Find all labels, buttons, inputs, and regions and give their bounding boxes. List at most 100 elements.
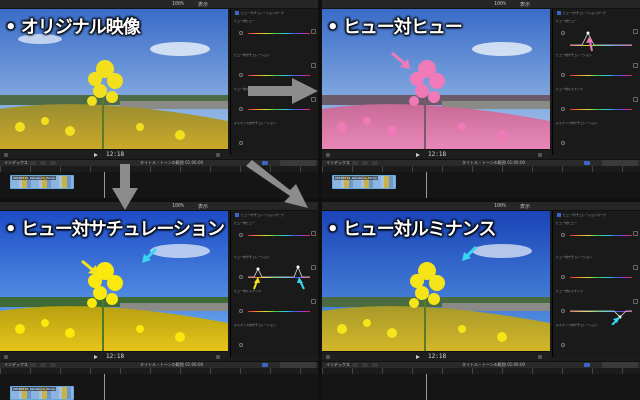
curve-hue-vs-lum[interactable]: ヒュー対ルミナンス [556,87,638,121]
tool-button[interactable] [30,363,36,367]
play-icon[interactable] [94,153,98,157]
eyedropper-icon[interactable] [561,107,565,111]
video-clip[interactable]: 20190316_Kamakura_Ebina [10,175,74,189]
zoom-level[interactable]: 100% [172,203,184,209]
eyedropper-icon[interactable] [561,31,565,35]
curve-hue-vs-hue-graph[interactable] [570,27,632,53]
curve-hue-vs-lum[interactable]: ヒュー対ルミナンス [234,289,316,323]
curve-hue-vs-lum-graph[interactable] [570,295,632,325]
snap-button[interactable] [262,363,268,367]
play-icon[interactable] [416,153,420,157]
tool-button[interactable] [40,363,46,367]
playhead[interactable] [426,172,427,198]
reset-icon[interactable] [311,63,316,68]
checkbox-icon[interactable] [235,213,239,217]
curve-lum-vs-sat[interactable]: ルミナンス対サチュレーション [556,121,632,155]
snap-button[interactable] [584,363,590,367]
video-viewer[interactable]: • オリジナル映像 [0,9,228,149]
tool-button[interactable] [362,363,368,367]
eyedropper-icon[interactable] [239,73,243,77]
fullscreen-icon[interactable] [538,355,542,359]
eyedropper-icon[interactable] [561,141,565,145]
eyedropper-icon[interactable] [561,275,565,279]
play-icon[interactable] [94,355,98,359]
curve-lum-vs-sat[interactable]: ルミナンス対サチュレーション [234,121,310,155]
view-options-icon[interactable] [326,153,330,157]
fullscreen-icon[interactable] [538,153,542,157]
snap-button[interactable] [584,161,590,165]
tool-button[interactable] [352,363,358,367]
tool-button[interactable] [40,161,46,165]
tool-button[interactable] [30,161,36,165]
reset-icon[interactable] [311,265,316,270]
inspector-title: ヒュー/サチュレーションカーブ [557,11,637,17]
view-options-icon[interactable] [4,153,8,157]
zoom-level[interactable]: 100% [172,1,184,7]
reset-icon[interactable] [311,299,316,304]
view-menu[interactable]: 表示 [198,203,208,210]
curve-hue-vs-hue[interactable]: ヒュー対ヒュー [234,19,316,53]
timeline[interactable] [322,374,640,400]
zoom-level[interactable]: 100% [494,203,506,209]
curve-hue-vs-sat-graph[interactable] [248,261,310,291]
tool-button[interactable] [372,161,378,165]
play-icon[interactable] [416,355,420,359]
curve-hue-vs-hue[interactable]: ヒュー対ヒュー [556,221,638,255]
eyedropper-icon[interactable] [561,309,565,313]
reset-icon[interactable] [633,231,638,236]
curve-hue-vs-hue[interactable]: ヒュー対ヒュー [556,19,638,53]
playhead[interactable] [104,374,105,400]
tool-button[interactable] [50,363,56,367]
video-viewer[interactable]: • ヒュー対ルミナンス [322,211,550,351]
timeline[interactable]: 20190316_Kamakura_Ebina [0,374,318,400]
curve-hue-vs-sat[interactable]: ヒュー対サチュレーション [234,255,316,291]
eyedropper-icon[interactable] [239,309,243,313]
playhead[interactable] [426,374,427,400]
fullscreen-icon[interactable] [216,153,220,157]
reset-icon[interactable] [633,265,638,270]
tool-button[interactable] [352,161,358,165]
curve-hue-vs-sat[interactable]: ヒュー対サチュレーション [556,255,638,289]
timeline[interactable]: 20190316_Kamakura_Ebina [322,172,640,198]
zoom-level[interactable]: 100% [494,1,506,7]
eyedropper-icon[interactable] [561,233,565,237]
checkbox-icon[interactable] [235,11,239,15]
reset-icon[interactable] [633,97,638,102]
view-options-icon[interactable] [4,355,8,359]
checkbox-icon[interactable] [557,213,561,217]
reset-icon[interactable] [633,63,638,68]
curve-lum-vs-sat[interactable]: ルミナンス対サチュレーション [234,323,310,357]
reset-icon[interactable] [633,299,638,304]
view-menu[interactable]: 表示 [198,1,208,8]
arrow-down-icon [112,164,138,210]
view-options-icon[interactable] [326,355,330,359]
curve-hue-vs-lum[interactable]: ヒュー対ルミナンス [556,289,638,325]
reset-icon[interactable] [311,231,316,236]
checkbox-icon[interactable] [557,11,561,15]
eyedropper-icon[interactable] [561,73,565,77]
video-clip[interactable]: 20190316_Kamakura_Ebina [332,175,396,189]
view-menu[interactable]: 表示 [520,1,530,8]
eyedropper-icon[interactable] [239,107,243,111]
eyedropper-icon[interactable] [239,31,243,35]
playhead[interactable] [104,172,105,198]
video-clip[interactable]: 20190316_Kamakura_Ebina [10,386,74,400]
tool-button[interactable] [372,363,378,367]
reset-icon[interactable] [311,29,316,34]
eyedropper-icon[interactable] [239,343,243,347]
curve-hue-vs-hue[interactable]: ヒュー対ヒュー [234,221,316,255]
timecode: 12:18 [106,151,125,158]
eyedropper-icon[interactable] [239,141,243,145]
tool-button[interactable] [362,161,368,165]
tool-button[interactable] [50,161,56,165]
video-viewer[interactable]: • ヒュー対ヒュー [322,9,550,149]
reset-icon[interactable] [633,29,638,34]
curve-lum-vs-sat[interactable]: ルミナンス対サチュレーション [556,323,632,357]
eyedropper-icon[interactable] [561,343,565,347]
view-menu[interactable]: 表示 [520,203,530,210]
video-viewer[interactable]: • ヒュー対サチュレーション [0,211,228,351]
curve-hue-vs-sat[interactable]: ヒュー対サチュレーション [556,53,638,87]
eyedropper-icon[interactable] [239,275,243,279]
eyedropper-icon[interactable] [239,233,243,237]
fullscreen-icon[interactable] [216,355,220,359]
